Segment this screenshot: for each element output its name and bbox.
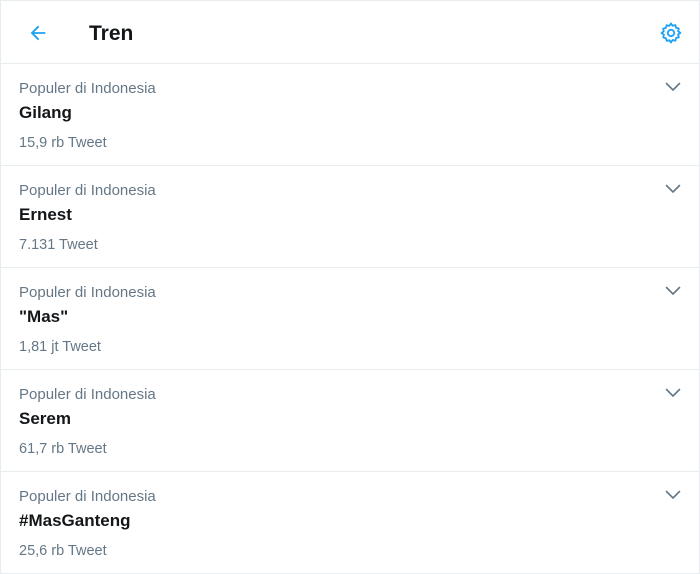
- trend-item[interactable]: Populer di Indonesia Ernest 7.131 Tweet: [1, 166, 699, 268]
- trend-context: Populer di Indonesia: [19, 488, 156, 505]
- trend-context: Populer di Indonesia: [19, 80, 156, 97]
- header: Tren: [1, 1, 699, 64]
- trend-menu-button[interactable]: [663, 179, 683, 199]
- trend-context: Populer di Indonesia: [19, 284, 156, 301]
- gear-icon: [660, 22, 682, 44]
- trend-name: #MasGanteng: [19, 511, 131, 530]
- trends-panel: Tren Populer di Indonesia Gilang 15,9 rb…: [0, 0, 700, 574]
- trend-name: "Mas": [19, 307, 69, 326]
- trend-item[interactable]: Populer di Indonesia Serem 61,7 rb Tweet: [1, 370, 699, 472]
- trend-context: Populer di Indonesia: [19, 386, 156, 403]
- trend-name: Gilang: [19, 103, 72, 122]
- trend-menu-button[interactable]: [663, 281, 683, 301]
- chevron-down-icon: [665, 82, 681, 91]
- trend-context: Populer di Indonesia: [19, 182, 156, 199]
- settings-button[interactable]: [657, 19, 685, 47]
- chevron-down-icon: [665, 286, 681, 295]
- arrow-left-icon: [30, 25, 46, 41]
- trend-name: Serem: [19, 409, 71, 428]
- trend-tweet-count: 7.131 Tweet: [19, 237, 98, 253]
- trend-item[interactable]: Populer di Indonesia "Mas" 1,81 jt Tweet: [1, 268, 699, 370]
- chevron-down-icon: [665, 388, 681, 397]
- chevron-down-icon: [665, 184, 681, 193]
- trend-menu-button[interactable]: [663, 383, 683, 403]
- page-title: Tren: [89, 22, 134, 45]
- trend-tweet-count: 15,9 rb Tweet: [19, 135, 107, 151]
- trend-item[interactable]: Populer di Indonesia #MasGanteng 25,6 rb…: [1, 472, 699, 574]
- trend-tweet-count: 25,6 rb Tweet: [19, 543, 107, 559]
- back-button[interactable]: [23, 18, 53, 48]
- trend-list: Populer di Indonesia Gilang 15,9 rb Twee…: [1, 64, 699, 574]
- trend-item[interactable]: Populer di Indonesia Gilang 15,9 rb Twee…: [1, 64, 699, 166]
- trend-tweet-count: 61,7 rb Tweet: [19, 441, 107, 457]
- trend-menu-button[interactable]: [663, 485, 683, 505]
- trend-tweet-count: 1,81 jt Tweet: [19, 339, 101, 355]
- trend-menu-button[interactable]: [663, 77, 683, 97]
- trend-name: Ernest: [19, 205, 72, 224]
- chevron-down-icon: [665, 490, 681, 499]
